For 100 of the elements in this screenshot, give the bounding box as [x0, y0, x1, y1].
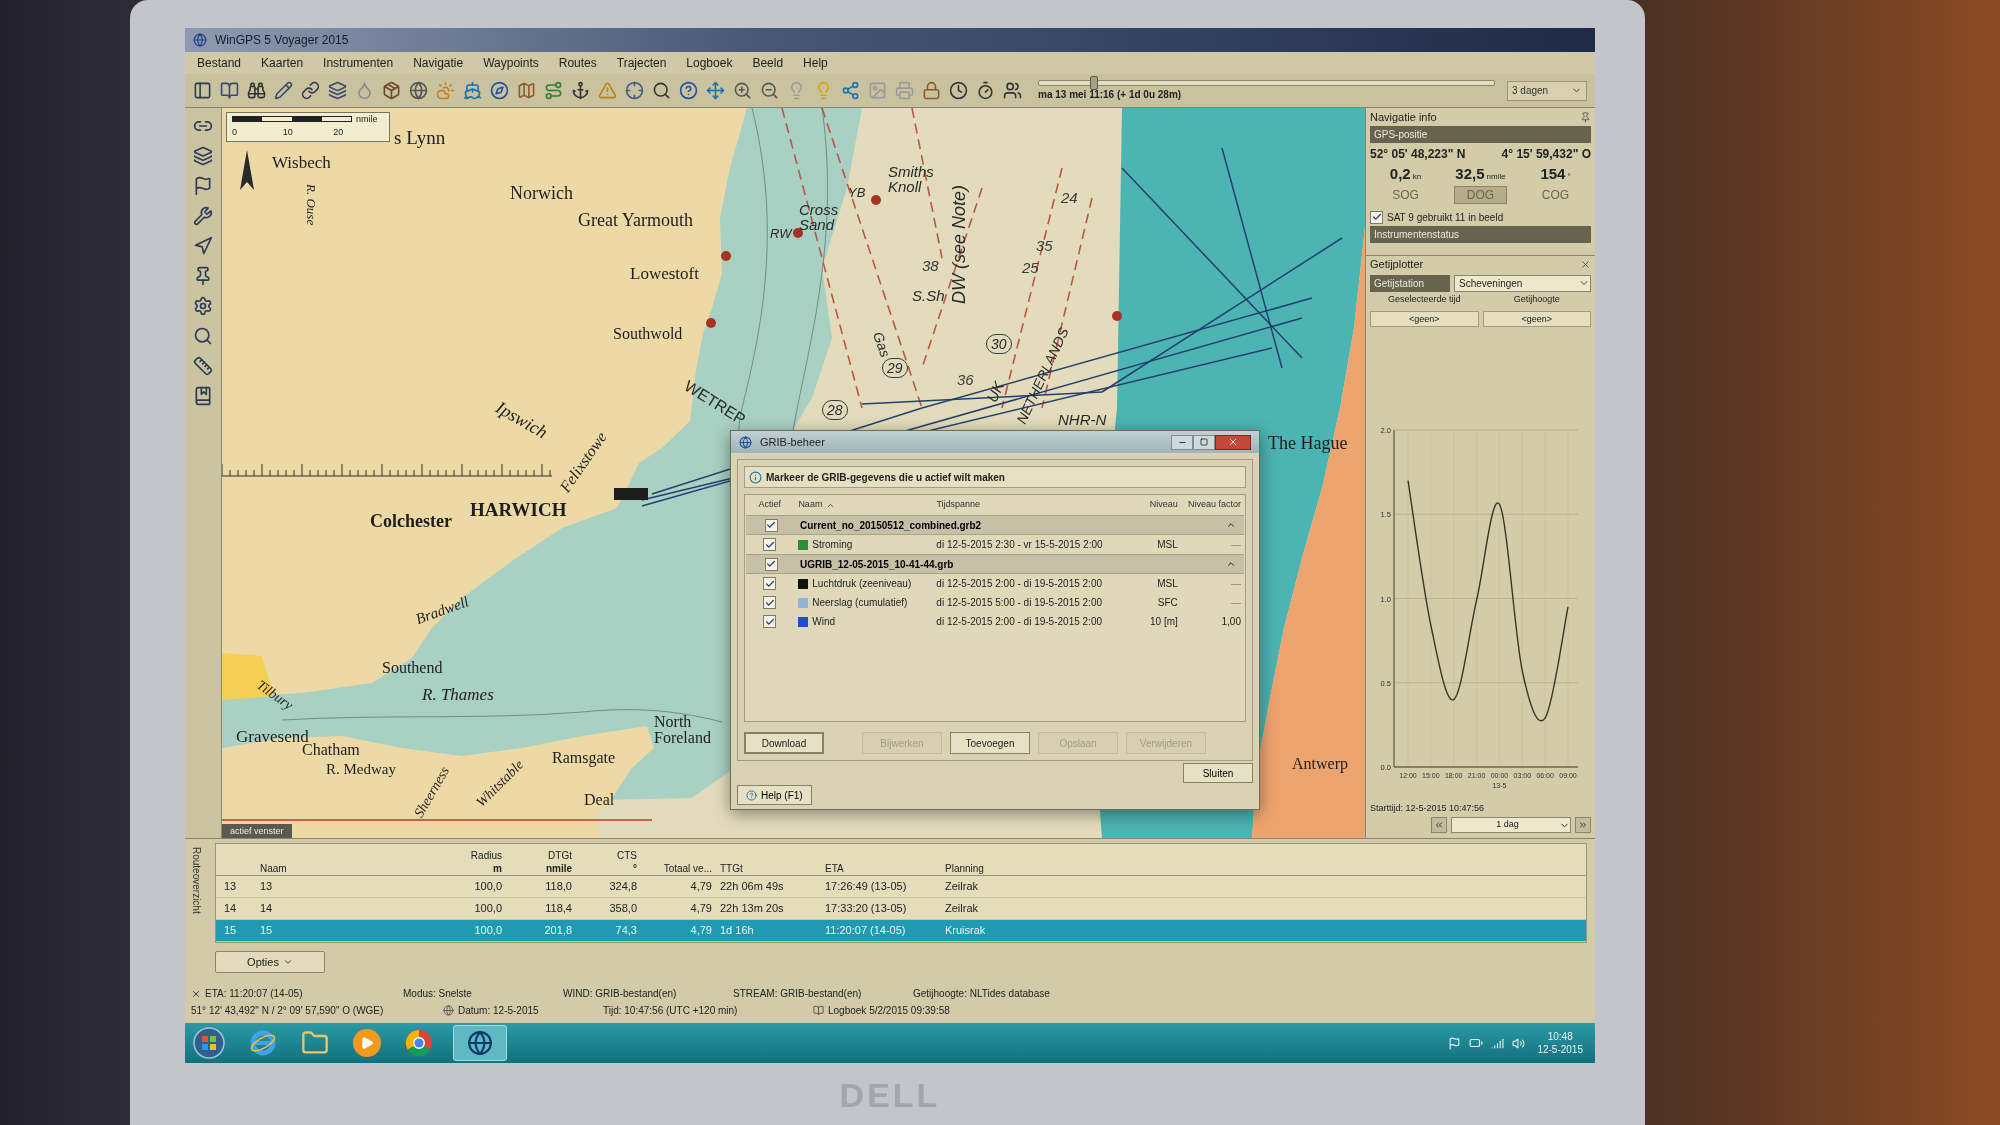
checkbox[interactable]	[763, 596, 777, 609]
menu-item[interactable]: Instrumenten	[323, 54, 394, 72]
book-icon[interactable]	[220, 81, 239, 100]
speaker-icon[interactable]	[1512, 1036, 1526, 1050]
column-header[interactable]: Actief	[758, 498, 781, 512]
signal-icon[interactable]	[1491, 1036, 1505, 1050]
help-button[interactable]: Help (F1)	[737, 785, 812, 805]
zoom-out-icon[interactable]	[760, 81, 779, 100]
slider-thumb[interactable]	[1089, 76, 1098, 90]
crosshair-icon[interactable]	[625, 81, 644, 100]
move-icon[interactable]	[706, 81, 725, 100]
pin-icon[interactable]	[1580, 111, 1591, 123]
column-header[interactable]: Radius m	[470, 849, 502, 875]
flag-icon[interactable]	[193, 176, 213, 196]
checkbox[interactable]	[763, 538, 777, 551]
anchor-icon[interactable]	[571, 81, 590, 100]
checkbox[interactable]	[1370, 210, 1383, 224]
menu-item[interactable]: Routes	[558, 54, 597, 72]
ship-icon[interactable]	[463, 81, 482, 100]
active-window-tab[interactable]: actief venster	[222, 824, 292, 838]
column-header[interactable]: Naam	[798, 498, 823, 512]
media-player-icon[interactable]	[353, 1029, 381, 1057]
pencil-icon[interactable]	[274, 81, 293, 100]
menu-item[interactable]: Navigatie	[413, 54, 464, 72]
share-icon[interactable]	[841, 81, 860, 100]
folder-icon[interactable]	[301, 1029, 329, 1057]
users-icon[interactable]	[1003, 81, 1022, 100]
menu-item[interactable]: Help	[803, 54, 828, 72]
column-header[interactable]: Naam	[260, 862, 287, 875]
route-icon[interactable]	[544, 81, 563, 100]
checkbox[interactable]	[763, 615, 777, 628]
list-row[interactable]: Stroming di 12-5-2015 2:30 - vr 15-5-2015 2:00 MSL —	[745, 535, 1245, 554]
search-icon[interactable]	[652, 81, 671, 100]
flag-icon[interactable]	[1448, 1036, 1462, 1050]
menu-item[interactable]: Trajecten	[616, 54, 667, 72]
browser-icon[interactable]	[405, 1029, 433, 1057]
link-icon[interactable]	[301, 81, 320, 100]
close-icon[interactable]	[191, 988, 201, 999]
menu-item[interactable]: Beeld	[752, 54, 784, 72]
readout-label[interactable]: SOG	[1379, 186, 1432, 204]
close-dialog-button[interactable]: Sluiten	[1183, 763, 1253, 783]
checkbox[interactable]	[764, 518, 778, 532]
options-button[interactable]: Opties	[215, 951, 325, 973]
group-row[interactable]: UGRIB_12-05-2015_10-41-44.grb	[746, 554, 1244, 574]
panel-icon[interactable]	[193, 81, 212, 100]
close-icon[interactable]	[1580, 259, 1591, 270]
dialog-button[interactable]: Download	[744, 732, 824, 754]
lock-icon[interactable]	[922, 81, 941, 100]
column-header[interactable]: Tijdspanne	[936, 498, 981, 512]
menu-item[interactable]: Kaarten	[261, 54, 304, 72]
list-row[interactable]: Luchtdruk (zeeniveau) di 12-5-2015 2:00 - di 19-5-2015 2:00 MSL —	[745, 574, 1245, 593]
browser-e-icon[interactable]	[249, 1029, 277, 1057]
package-icon[interactable]	[382, 81, 401, 100]
globe-icon[interactable]	[409, 81, 428, 100]
group-row[interactable]: Current_no_20150512_combined.grb2	[746, 515, 1244, 535]
collapse-icon[interactable]	[1226, 559, 1236, 569]
column-header[interactable]: DTGt nmile	[545, 849, 572, 875]
binoculars-icon[interactable]	[247, 81, 266, 100]
layers-icon[interactable]	[328, 81, 347, 100]
compass-icon[interactable]	[490, 81, 509, 100]
column-header[interactable]: Planning	[945, 862, 984, 875]
checkbox[interactable]	[763, 577, 777, 590]
start-button-icon[interactable]	[193, 1027, 225, 1059]
list-row[interactable]: Wind di 12-5-2015 2:00 - di 19-5-2015 2:00 10 [m] 1,00	[745, 612, 1245, 631]
zoom-in-icon[interactable]	[733, 81, 752, 100]
column-header[interactable]: Niveau factor	[1187, 498, 1241, 512]
column-header[interactable]: ETA	[825, 862, 844, 875]
settings-icon[interactable]	[193, 296, 213, 316]
column-header[interactable]: Niveau	[1149, 498, 1178, 512]
bookmark-icon[interactable]	[193, 386, 213, 406]
section-header[interactable]: GPS-positie	[1370, 126, 1591, 143]
list-row[interactable]: Neerslag (cumulatief) di 12-5-2015 5:00 - di 19-5-2015 2:00 SFC —	[745, 593, 1245, 612]
clock[interactable]: 10:48 12-5-2015	[1533, 1030, 1587, 1056]
close-button[interactable]	[1215, 434, 1251, 450]
readout-label[interactable]: COG	[1528, 186, 1583, 204]
timer-icon[interactable]	[976, 81, 995, 100]
ruler-icon[interactable]	[193, 356, 213, 376]
column-header[interactable]: CTS °	[617, 849, 637, 875]
pin-icon[interactable]	[193, 266, 213, 286]
taskbar-app-button[interactable]	[453, 1025, 507, 1061]
menu-item[interactable]: Logboek	[686, 54, 733, 72]
section-header[interactable]: Instrumentenstatus	[1370, 226, 1591, 243]
checkbox[interactable]	[764, 557, 778, 571]
menu-item[interactable]: Bestand	[197, 54, 242, 72]
wrench-icon[interactable]	[193, 206, 213, 226]
clock-icon[interactable]	[949, 81, 968, 100]
navigation-icon[interactable]	[193, 236, 213, 256]
battery-icon[interactable]	[1469, 1036, 1484, 1050]
range-dropdown[interactable]: 3 dagen	[1507, 80, 1587, 101]
help-icon[interactable]	[679, 81, 698, 100]
map-icon[interactable]	[517, 81, 536, 100]
station-dropdown[interactable]: Scheveningen	[1454, 274, 1591, 292]
search-icon[interactable]	[193, 326, 213, 346]
collapse-icon[interactable]	[1226, 520, 1236, 530]
column-header[interactable]: Totaal ve...	[663, 862, 712, 875]
column-header[interactable]: TTGt	[720, 862, 743, 875]
panel-side-label[interactable]: Routeoverzicht	[188, 847, 204, 985]
period-dropdown[interactable]: 1 dag	[1451, 817, 1571, 833]
layers-icon[interactable]	[193, 146, 213, 166]
menu-item[interactable]: Waypoints	[483, 54, 539, 72]
